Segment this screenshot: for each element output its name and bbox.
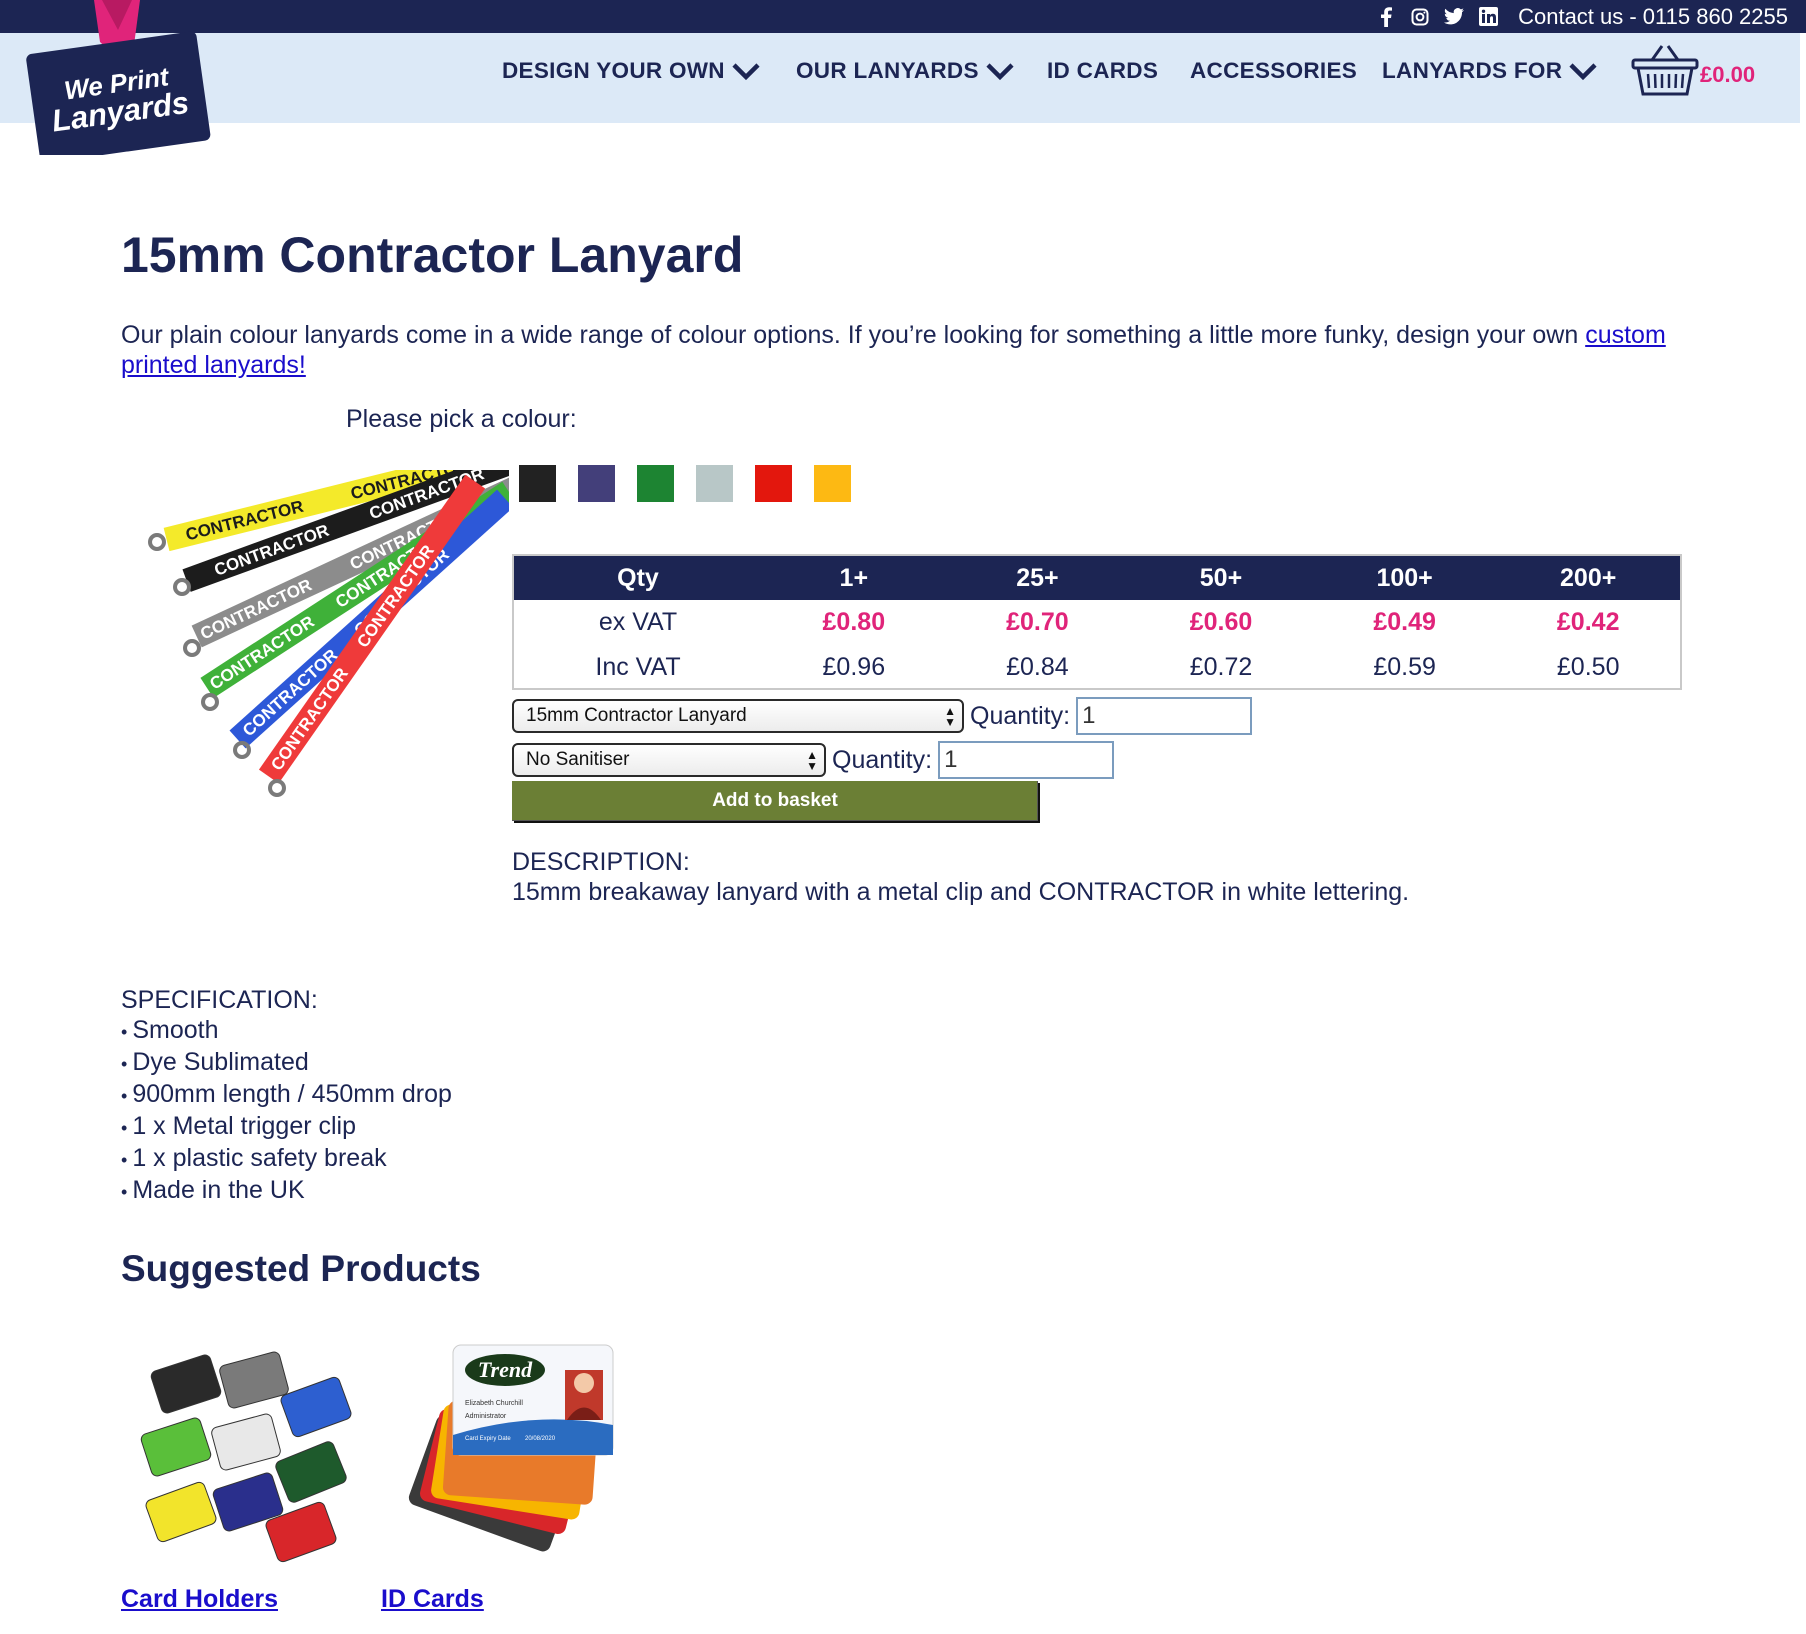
sanitiser-select-row: No Sanitiser ▲ ▼ Quantity: 1 (512, 741, 1115, 779)
nav-id-cards[interactable]: ID CARDS (1047, 58, 1158, 84)
page-title: 15mm Contractor Lanyard (121, 227, 744, 283)
facebook-icon[interactable] (1376, 6, 1396, 27)
intro-body: Our plain colour lanyards come in a wide… (121, 321, 1586, 349)
pricing-inc-vat-row: Inc VAT £0.96 £0.84 £0.72 £0.59 £0.50 (514, 645, 1680, 690)
quantity-label: Quantity: (832, 745, 933, 774)
nav-our-lanyards[interactable]: OUR LANYARDS (796, 58, 1015, 84)
top-bar: Contact us - 0115 860 2255 (0, 0, 1806, 33)
spec-item: Smooth (121, 1015, 452, 1047)
price-inc-vat: £0.72 (1189, 653, 1253, 681)
intro-text: Our plain colour lanyards come in a wide… (121, 320, 1681, 380)
id-card-role: Administrator (465, 1413, 507, 1420)
pricing-header: 50+ (1129, 556, 1313, 600)
chevron-down-icon (986, 63, 1014, 81)
basket-total[interactable]: £0.00 (1700, 62, 1755, 88)
spec-item: 1 x plastic safety break (121, 1143, 452, 1175)
pricing-header-row: Qty 1+ 25+ 50+ 100+ 200+ (514, 556, 1680, 600)
spec-item: Made in the UK (121, 1175, 452, 1207)
price-ex-vat: £0.60 (1189, 608, 1253, 636)
id-card-brand: Trend (478, 1357, 533, 1382)
pricing-row-label: ex VAT (598, 608, 678, 636)
product-specification: SPECIFICATION: Smooth Dye Sublimated 900… (121, 985, 452, 1207)
nav-design-your-own[interactable]: DESIGN YOUR OWN (502, 58, 761, 84)
social-links: Contact us - 0115 860 2255 (1376, 0, 1788, 33)
swatch-green[interactable] (637, 465, 674, 502)
swatch-yellow[interactable] (814, 465, 851, 502)
description-text: 15mm breakaway lanyard with a metal clip… (512, 878, 1410, 906)
nav-label: OUR LANYARDS (796, 58, 979, 83)
price-ex-vat: £0.49 (1373, 608, 1436, 636)
sanitiser-select[interactable]: No Sanitiser ▲ ▼ (512, 743, 826, 777)
swatch-black[interactable] (519, 465, 556, 502)
product-description: DESCRIPTION: 15mm breakaway lanyard with… (512, 847, 1409, 907)
chevron-down-icon (1569, 63, 1597, 81)
price-inc-vat: £0.50 (1556, 653, 1620, 681)
twitter-icon[interactable] (1444, 7, 1465, 27)
nav-label: ACCESSORIES (1190, 58, 1358, 83)
id-cards-link[interactable]: ID Cards (381, 1585, 484, 1614)
nav-label: DESIGN YOUR OWN (502, 58, 725, 83)
select-arrows-icon: ▲ ▼ (944, 704, 956, 729)
suggested-heading: Suggested Products (121, 1248, 481, 1289)
id-card-expiry-label: Card Expiry Date (465, 1436, 511, 1442)
colour-pick-label: Please pick a colour: (346, 405, 577, 433)
sanitiser-quantity-input[interactable]: 1 (938, 741, 1115, 779)
instagram-icon[interactable] (1410, 7, 1430, 27)
contact-phone-link[interactable]: Contact us - 0115 860 2255 (1518, 4, 1788, 30)
chevron-down-icon (732, 63, 760, 81)
product-select-row: 15mm Contractor Lanyard ▲ ▼ Quantity: 1 (512, 697, 1253, 735)
swatch-red[interactable] (755, 465, 792, 502)
sanitiser-select-value: No Sanitiser (526, 749, 630, 770)
price-inc-vat: £0.59 (1373, 653, 1436, 681)
basket-icon[interactable] (1630, 42, 1700, 100)
specification-heading: SPECIFICATION: (121, 986, 318, 1014)
quantity-label: Quantity: (970, 701, 1071, 730)
card-holders-link[interactable]: Card Holders (121, 1585, 278, 1614)
nav-label: LANYARDS FOR (1382, 58, 1563, 83)
pricing-header: 100+ (1312, 556, 1497, 600)
nav-label: ID CARDS (1047, 58, 1159, 83)
nav-lanyards-for[interactable]: LANYARDS FOR (1382, 58, 1598, 84)
pricing-header: 25+ (945, 556, 1130, 600)
price-inc-vat: £0.96 (822, 653, 886, 681)
spec-item: Dye Sublimated (121, 1047, 452, 1079)
pricing-header: 1+ (762, 556, 946, 600)
description-heading: DESCRIPTION: (512, 848, 690, 876)
product-select-value: 15mm Contractor Lanyard (526, 705, 747, 726)
swatch-grey[interactable] (696, 465, 733, 502)
colour-swatches (519, 465, 851, 502)
id-card-name: Elizabeth Churchill (465, 1400, 523, 1407)
price-ex-vat: £0.42 (1556, 608, 1620, 636)
spec-item: 1 x Metal trigger clip (121, 1111, 452, 1143)
price-inc-vat: £0.84 (1006, 653, 1069, 681)
id-cards-image[interactable]: Trend Elizabeth Churchill Administrator … (395, 1340, 620, 1565)
spec-item: 900mm length / 450mm drop (121, 1079, 452, 1111)
product-image: CONTRACTOR CONTRACTOR CONTRACTOR CONTRAC… (137, 470, 509, 810)
pricing-header: Qty (514, 556, 763, 600)
swatch-purple[interactable] (578, 465, 615, 502)
price-ex-vat: £0.70 (1006, 608, 1069, 636)
pricing-ex-vat-row: ex VAT £0.80 £0.70 £0.60 £0.49 £0.42 (514, 600, 1680, 645)
linkedin-icon[interactable] (1478, 7, 1498, 27)
pricing-header: 200+ (1496, 556, 1680, 600)
pricing-table: Qty 1+ 25+ 50+ 100+ 200+ ex VAT £0.80 £0… (512, 554, 1682, 690)
card-holders-image[interactable] (135, 1340, 360, 1565)
id-card-expiry: 20/08/2020 (525, 1436, 556, 1442)
price-ex-vat: £0.80 (822, 608, 886, 636)
site-logo[interactable]: We Print Lanyards (22, 0, 218, 163)
nav-accessories[interactable]: ACCESSORIES (1190, 58, 1357, 84)
select-arrows-icon: ▲ ▼ (806, 748, 818, 773)
quantity-input[interactable]: 1 (1076, 697, 1253, 735)
pricing-row-label: Inc VAT (595, 653, 681, 681)
product-select[interactable]: 15mm Contractor Lanyard ▲ ▼ (512, 699, 964, 733)
add-to-basket-button[interactable]: Add to basket (512, 781, 1038, 821)
